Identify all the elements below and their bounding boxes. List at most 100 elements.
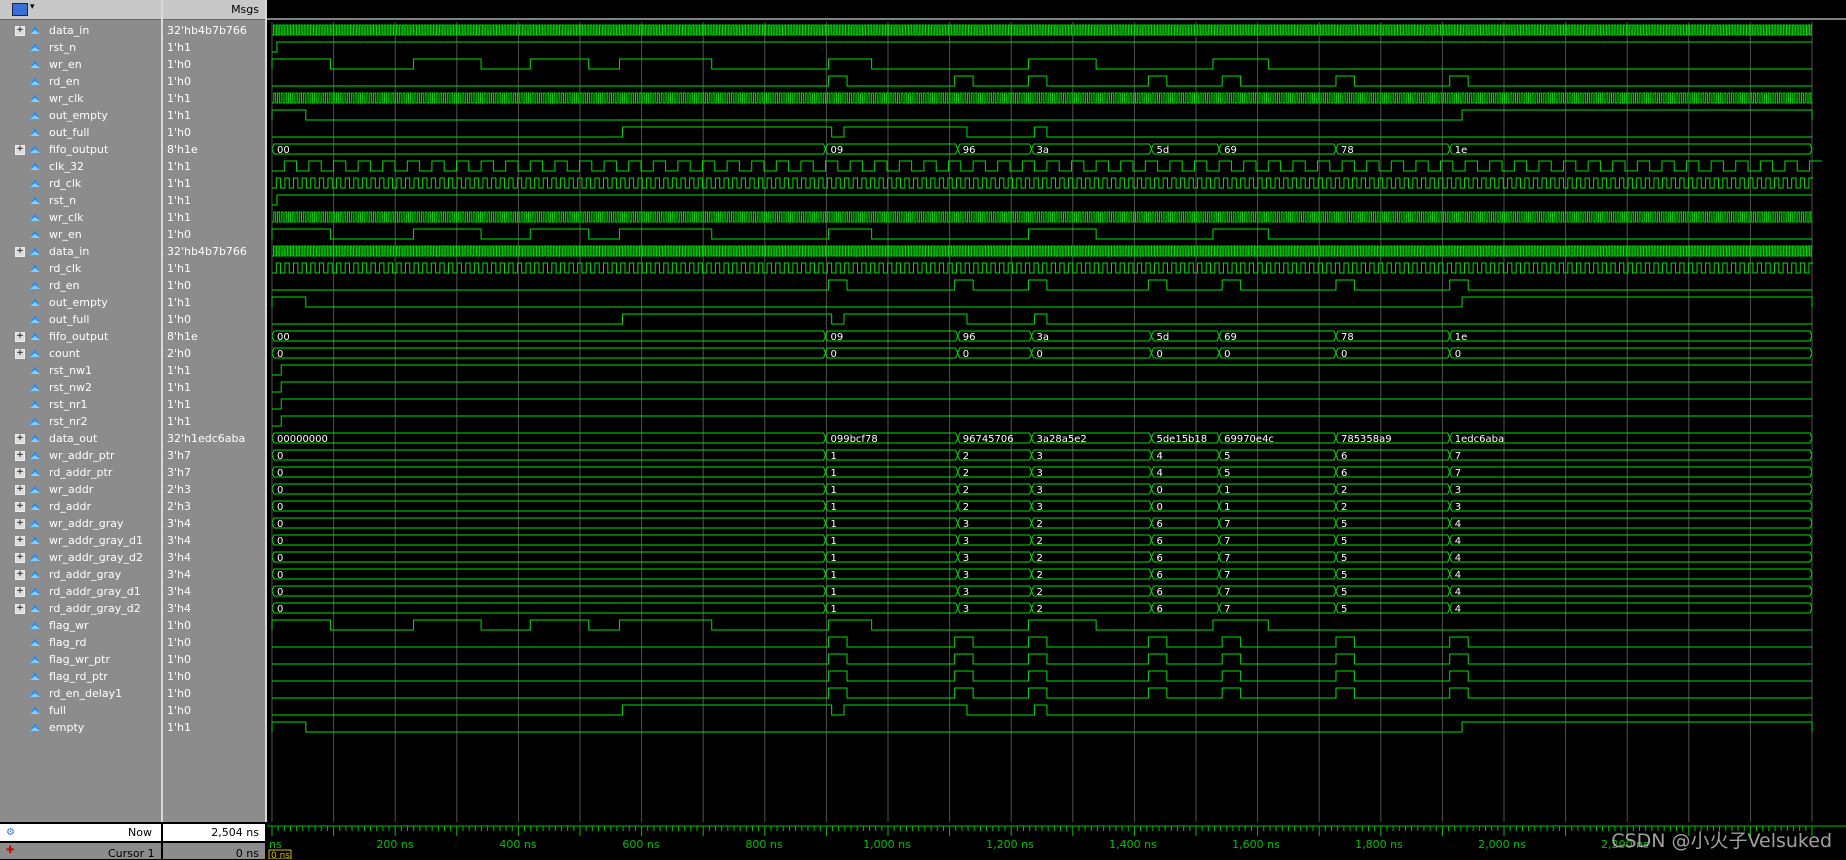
signal-row[interactable]: flag_wr [0, 617, 161, 634]
bus-value-label: 6 [1156, 536, 1162, 547]
signal-row[interactable]: wr_clk [0, 209, 161, 226]
signal-row[interactable]: rd_en [0, 277, 161, 294]
wire-icon [28, 228, 42, 240]
signal-row[interactable]: out_empty [0, 294, 161, 311]
signal-row[interactable]: rst_nr2 [0, 413, 161, 430]
signal-name: wr_addr [49, 483, 94, 496]
signal-row[interactable]: wr_en [0, 56, 161, 73]
expand-icon[interactable]: + [15, 349, 25, 359]
toolbar-icon[interactable]: ⚙ [6, 827, 15, 838]
signal-row[interactable]: rst_nw1 [0, 362, 161, 379]
timeline-tick-label: 600 ns [622, 838, 659, 851]
signal-row[interactable]: rd_en_delay1 [0, 685, 161, 702]
bus-value-label: 7 [1224, 536, 1230, 547]
signal-row[interactable]: + rd_addr [0, 498, 161, 515]
signal-row[interactable]: + wr_addr_gray_d1 [0, 532, 161, 549]
bus-value-label: 0 [1341, 349, 1347, 360]
signal-row[interactable]: out_full [0, 124, 161, 141]
expand-icon[interactable]: + [15, 553, 25, 563]
signal-row[interactable]: + rd_addr_gray_d1 [0, 583, 161, 600]
signal-row[interactable]: + data_in [0, 22, 161, 39]
expand-icon[interactable]: + [15, 502, 25, 512]
signal-row[interactable]: rd_clk [0, 175, 161, 192]
bus-value-label: 1 [831, 604, 837, 615]
signal-row[interactable]: out_full [0, 311, 161, 328]
signal-wave [272, 653, 1812, 665]
signal-wave [271, 109, 1813, 121]
signal-row[interactable]: + wr_addr_gray_d2 [0, 549, 161, 566]
bus-value-label: 0 [963, 349, 969, 360]
bus-icon [28, 585, 42, 597]
expand-icon[interactable]: + [15, 604, 25, 614]
signal-value: 1'h1 [167, 721, 191, 734]
signal-row[interactable]: + fifo_output [0, 328, 161, 345]
signal-row[interactable]: rst_n [0, 39, 161, 56]
expand-icon[interactable]: + [15, 536, 25, 546]
signal-row[interactable]: rst_n [0, 192, 161, 209]
signal-wave [271, 721, 1813, 733]
expand-icon[interactable]: + [15, 26, 25, 36]
signal-row[interactable]: + wr_addr_ptr [0, 447, 161, 464]
signal-name: rst_nw1 [49, 364, 93, 377]
signal-row[interactable]: + wr_addr_gray [0, 515, 161, 532]
bus-value-label: 6 [1156, 519, 1162, 530]
signal-row[interactable]: + data_in [0, 243, 161, 260]
bus-value-label: 6 [1341, 451, 1347, 462]
timeline-ruler[interactable]: ns 200 ns 400 ns 600 ns 800 ns 1,000 ns 1,200 … [267, 822, 1846, 859]
bus-value-label: 4 [1455, 604, 1461, 615]
signal-row[interactable]: + rd_addr_ptr [0, 464, 161, 481]
bus-value-label: 69 [1224, 145, 1237, 156]
expand-icon[interactable]: + [15, 587, 25, 597]
signal-row[interactable]: rd_clk [0, 260, 161, 277]
expand-icon[interactable]: + [15, 451, 25, 461]
expand-icon[interactable]: + [15, 485, 25, 495]
bus-value-label: 69970e4c [1224, 434, 1274, 445]
wave-canvas[interactable]: 00 09 96 3a 5d 69 78 1e00 09 96 3a 5d 69 78 1e0 0 0 0 0 0 0 0… [267, 0, 1846, 822]
signal-value: 32'hb4b7b766 [167, 245, 247, 258]
signal-row[interactable]: + count [0, 345, 161, 362]
now-label: Now [128, 826, 152, 839]
bus-icon [28, 500, 42, 512]
bus-output-icon [28, 143, 42, 155]
signal-row[interactable]: + data_out [0, 430, 161, 447]
expand-icon[interactable]: + [15, 570, 25, 580]
bus-value-label: 7 [1224, 604, 1230, 615]
signal-name: rd_clk [49, 262, 82, 275]
signal-row[interactable]: full [0, 702, 161, 719]
signal-row[interactable]: rst_nr1 [0, 396, 161, 413]
signal-row[interactable]: + rd_addr_gray [0, 566, 161, 583]
signal-row[interactable]: flag_wr_ptr [0, 651, 161, 668]
output-icon [28, 126, 42, 138]
expand-icon[interactable]: + [15, 519, 25, 529]
signal-wave [272, 381, 1812, 393]
signal-row[interactable]: empty [0, 719, 161, 736]
signal-row[interactable]: + wr_addr [0, 481, 161, 498]
signal-row[interactable]: flag_rd_ptr [0, 668, 161, 685]
expand-icon[interactable]: + [15, 247, 25, 257]
expand-icon[interactable]: + [15, 332, 25, 342]
expand-icon[interactable]: + [15, 468, 25, 478]
cursor-icon[interactable]: ✚ [6, 845, 14, 856]
signal-row[interactable]: rst_nw2 [0, 379, 161, 396]
expand-icon[interactable]: + [15, 434, 25, 444]
expand-icon[interactable]: + [15, 145, 25, 155]
signal-row[interactable]: + rd_addr_gray_d2 [0, 600, 161, 617]
bus-value-label: 4 [1455, 587, 1461, 598]
bus-value-label: 2 [963, 502, 969, 513]
signal-row[interactable]: flag_rd [0, 634, 161, 651]
bus-value-label: 3 [963, 536, 969, 547]
bus-value-label: 96 [963, 332, 976, 343]
bus-value-label: 2 [1037, 536, 1043, 547]
bus-value-label: 2 [1037, 570, 1043, 581]
bus-value-label: 1 [831, 570, 837, 581]
signal-row[interactable]: out_empty [0, 107, 161, 124]
signal-row[interactable]: rd_en [0, 73, 161, 90]
chevron-down-icon[interactable]: ▾ [30, 2, 35, 12]
signal-value: 1'h1 [167, 381, 191, 394]
signal-row[interactable]: + fifo_output [0, 141, 161, 158]
signal-row[interactable]: clk_32 [0, 158, 161, 175]
timeline-tick-label: 200 ns [376, 838, 413, 851]
signal-row[interactable]: wr_clk [0, 90, 161, 107]
signal-row[interactable]: wr_en [0, 226, 161, 243]
layout-icon[interactable] [12, 3, 28, 16]
